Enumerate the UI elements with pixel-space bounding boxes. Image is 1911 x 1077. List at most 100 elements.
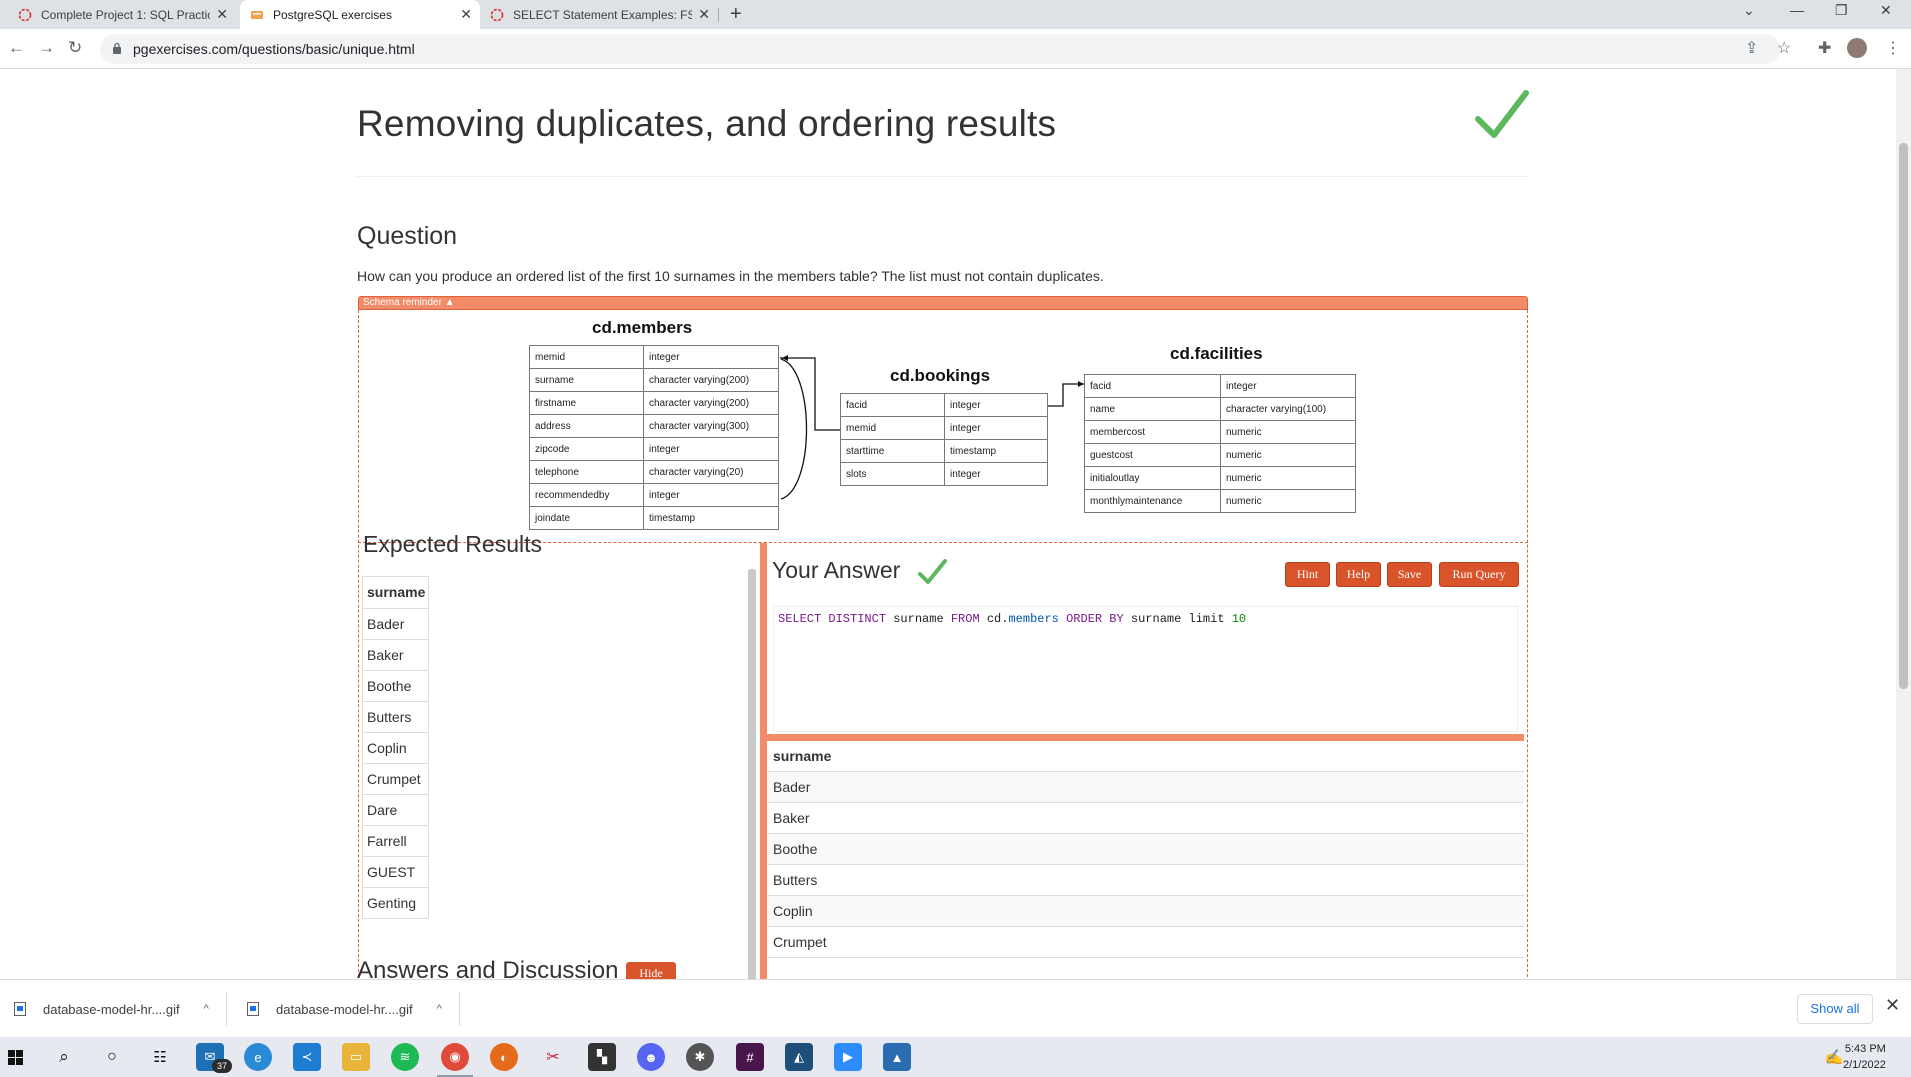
photos-icon[interactable]: ▲	[883, 1043, 911, 1071]
sql-keyword: FROM	[950, 612, 980, 626]
profile-avatar[interactable]	[1847, 38, 1867, 58]
back-arrow-icon[interactable]: ←	[8, 38, 25, 58]
spotify-icon[interactable]: ≋	[391, 1043, 419, 1071]
snipping-tool-icon[interactable]: ✂	[539, 1043, 567, 1071]
browser-toolbar: ← → ↻ pgexercises.com/questions/basic/un…	[0, 29, 1911, 69]
chevron-up-icon[interactable]: ^	[437, 1003, 442, 1015]
sql-editor[interactable]: SELECT DISTINCT surname FROM cd.members …	[773, 606, 1518, 732]
schema-row: slots integer	[840, 462, 1048, 486]
save-button[interactable]: Save	[1387, 562, 1432, 587]
schema-row: starttime timestamp	[840, 439, 1048, 463]
file-explorer-icon[interactable]: ▭	[342, 1043, 370, 1071]
close-tab-icon[interactable]: ✕	[216, 6, 228, 23]
table-row: Baker	[363, 639, 428, 670]
vscode-icon[interactable]: ≺	[293, 1043, 321, 1071]
schema-row: surname character varying(200)	[529, 368, 779, 392]
chrome-menu-icon[interactable]: ⋮	[1885, 38, 1901, 58]
download-filename: database-model-hr....gif	[43, 1001, 180, 1017]
loading-tab-icon	[490, 8, 504, 21]
table-row: Crumpet	[363, 763, 428, 794]
help-button[interactable]: Help	[1336, 562, 1381, 587]
close-tab-icon[interactable]: ✕	[460, 6, 472, 23]
table-row: Butters	[363, 701, 428, 732]
scrollbar-thumb[interactable]	[1899, 143, 1908, 689]
close-window-icon[interactable]: ✕	[1880, 2, 1892, 19]
sql-number: 10	[1231, 612, 1247, 626]
forward-arrow-icon[interactable]: →	[38, 38, 55, 58]
table-row: Farrell	[363, 825, 428, 856]
cortana-icon[interactable]: ○	[98, 1043, 126, 1071]
address-bar[interactable]: pgexercises.com/questions/basic/unique.h…	[100, 34, 1780, 64]
tab-strip: Complete Project 1: SQL Practice ✕ Postg…	[0, 0, 1911, 29]
download-item[interactable]: database-model-hr....gif ^	[247, 996, 442, 1022]
correct-check-icon	[918, 559, 947, 584]
schema-row: facid integer	[1084, 374, 1356, 398]
schema-row: guestcost numeric	[1084, 443, 1356, 467]
tab-select-statement[interactable]: SELECT Statement Examples: FSW ✕	[480, 0, 718, 29]
vertical-splitter[interactable]	[760, 543, 767, 979]
share-icon[interactable]: ⇪	[1745, 38, 1758, 58]
facilities-table-title: cd.facilities	[1170, 344, 1263, 363]
schema-row: memid integer	[840, 416, 1048, 440]
edge-icon[interactable]: e	[244, 1043, 272, 1071]
zoom-icon[interactable]: ▶	[834, 1043, 862, 1071]
column-header: surname	[768, 741, 1524, 772]
table-row: Baker	[768, 803, 1524, 834]
task-view-icon[interactable]: ☷	[146, 1043, 174, 1071]
download-separator	[459, 992, 460, 1026]
bookmark-star-icon[interactable]: ☆	[1777, 38, 1791, 58]
restore-icon[interactable]: ❐	[1835, 2, 1848, 19]
schema-row: memid integer	[529, 345, 779, 369]
schema-row: telephone character varying(20)	[529, 460, 779, 484]
tab-postgresql-exercises[interactable]: PostgreSQL exercises ✕	[240, 0, 480, 29]
expected-scrollbar[interactable]	[748, 569, 756, 979]
tab-separator	[718, 8, 719, 22]
expected-results-table: surname Bader Baker Boothe Butters Copli…	[362, 576, 429, 919]
tab-search-chevron-icon[interactable]: ⌄	[1743, 2, 1755, 19]
schema-row: recommendedby integer	[529, 483, 779, 507]
your-answer-heading: Your Answer	[772, 557, 901, 583]
bookings-table-title: cd.bookings	[890, 366, 991, 385]
image-file-icon	[14, 1002, 26, 1016]
extensions-puzzle-icon[interactable]: ✚	[1818, 38, 1831, 58]
schema-row: address character varying(300)	[529, 414, 779, 438]
downloads-bar: database-model-hr....gif ^ database-mode…	[0, 979, 1911, 1037]
run-query-button[interactable]: Run Query	[1439, 562, 1519, 587]
page-scrollbar[interactable]	[1896, 69, 1911, 979]
question-text: How can you produce an ordered list of t…	[357, 268, 1104, 284]
pgexercises-favicon-icon	[251, 10, 263, 19]
tab-complete-project[interactable]: Complete Project 1: SQL Practice ✕	[8, 0, 236, 29]
hint-button[interactable]: Hint	[1285, 562, 1330, 587]
search-icon[interactable]: ⌕	[50, 1043, 78, 1071]
table-row: Boothe	[363, 670, 428, 701]
query-results-table: surname Bader Baker Boothe Butters Copli…	[768, 741, 1524, 979]
sql-workbench-icon[interactable]: ◭	[785, 1043, 813, 1071]
sql-text: cd.	[979, 612, 1009, 626]
schema-reminder-toggle[interactable]: Schema reminder ▲	[358, 296, 1528, 310]
app-wheel-icon[interactable]: ✱	[686, 1043, 714, 1071]
schema-row: facid integer	[840, 393, 1048, 417]
close-tab-icon[interactable]: ✕	[698, 6, 710, 23]
show-all-button[interactable]: Show all	[1797, 994, 1873, 1024]
system-clock[interactable]: 5:43 PM 2/1/2022	[1843, 1041, 1886, 1073]
horizontal-splitter[interactable]	[767, 734, 1524, 741]
download-separator	[226, 992, 227, 1026]
new-tab-plus-icon[interactable]: +	[730, 3, 742, 26]
minimize-icon[interactable]: —	[1790, 2, 1804, 18]
media-app-icon[interactable]: ▚	[588, 1043, 616, 1071]
firefox-icon[interactable]: ◐	[490, 1043, 518, 1071]
table-row: Crumpet	[768, 927, 1524, 958]
discord-icon[interactable]: ☻	[637, 1043, 665, 1071]
chevron-up-icon[interactable]: ^	[204, 1003, 209, 1015]
download-item[interactable]: database-model-hr....gif ^	[14, 996, 209, 1022]
reload-icon[interactable]: ↻	[68, 38, 82, 58]
schema-row: membercost numeric	[1084, 420, 1356, 444]
windows-start-icon[interactable]	[8, 1050, 23, 1065]
chrome-icon[interactable]: ◉	[441, 1043, 469, 1071]
close-downloads-icon[interactable]: ✕	[1885, 995, 1900, 1016]
hide-button[interactable]: Hide	[626, 962, 676, 979]
slack-icon[interactable]: #	[736, 1043, 764, 1071]
schema-row: joindate timestamp	[529, 506, 779, 530]
schema-row: zipcode integer	[529, 437, 779, 461]
